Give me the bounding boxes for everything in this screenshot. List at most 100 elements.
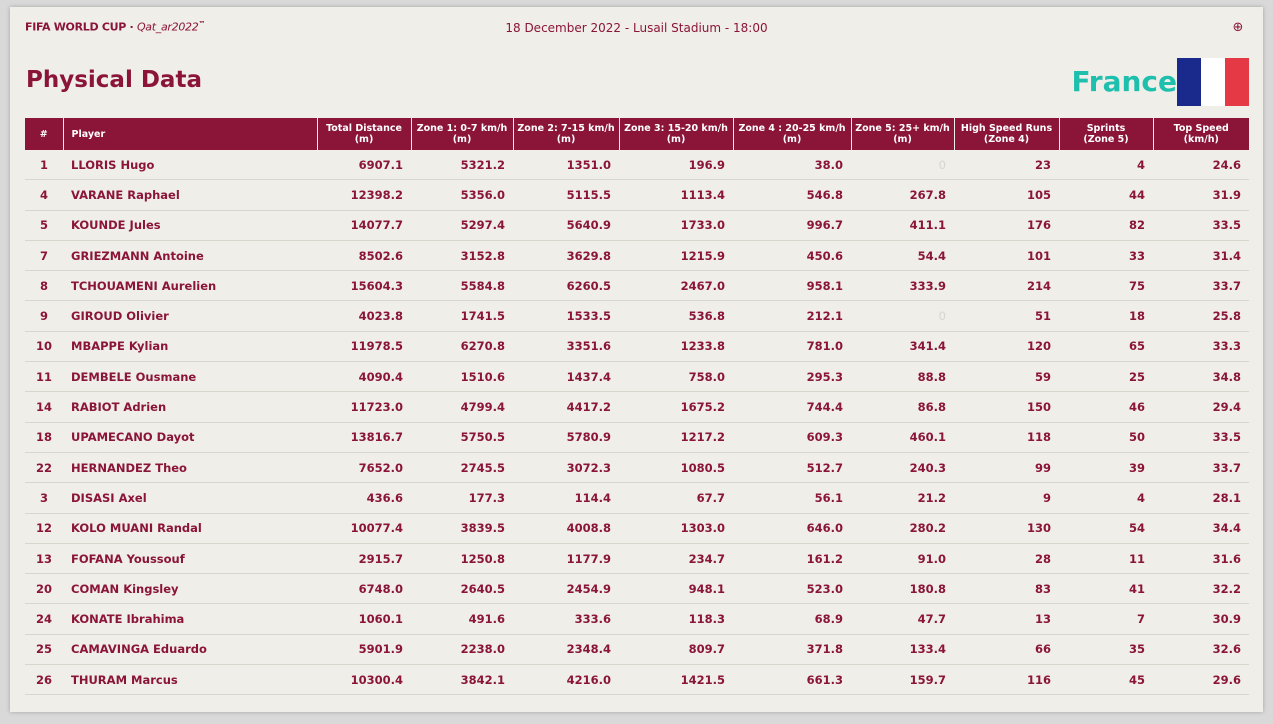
- stat-cell: 267.8: [851, 179, 954, 211]
- stat-cell: 39: [1059, 452, 1153, 484]
- globe-icon[interactable]: ⊕: [1228, 20, 1248, 36]
- column-header-label: Top Speed: [1173, 123, 1229, 134]
- column-header-unit: (m): [893, 134, 912, 145]
- player-number: 24: [25, 603, 63, 635]
- table-row: 4 VARANE Raphael 12398.2 5356.0 5115.5 1113.4…: [25, 179, 1249, 211]
- stat-cell: 54: [1059, 513, 1153, 544]
- column-header: Zone 3: 15-20 km/h (m): [619, 118, 734, 150]
- stat-cell: 196.9: [619, 150, 733, 181]
- column-header-label: Zone 4 : 20-25 km/h: [738, 123, 846, 134]
- player-number: 11: [25, 361, 63, 393]
- stat-cell: 54.4: [851, 240, 954, 272]
- stat-cell: 180.8: [851, 573, 954, 605]
- column-header-unit: (m): [452, 134, 472, 145]
- stat-cell: 212.1: [733, 300, 851, 332]
- player-name: GIROUD Olivier: [63, 300, 317, 332]
- stat-cell: 4008.8: [513, 513, 619, 544]
- stat-cell: 234.7: [619, 543, 733, 575]
- stat-cell: 333.6: [513, 603, 619, 635]
- player-number: 18: [25, 422, 63, 453]
- stat-cell: 33.7: [1153, 270, 1249, 302]
- column-header-label: Sprints: [1086, 123, 1126, 134]
- stat-cell: 18: [1059, 300, 1153, 332]
- stat-cell: 120: [954, 331, 1059, 363]
- stat-cell: 7652.0: [317, 452, 411, 484]
- stat-cell: 82: [1059, 210, 1153, 241]
- stat-cell: 4: [1059, 150, 1153, 181]
- stat-cell: 32.2: [1153, 573, 1249, 605]
- stat-cell: 33.3: [1153, 331, 1249, 363]
- column-header-label: High Speed Runs: [960, 123, 1053, 134]
- stat-cell: 10300.4: [317, 664, 411, 696]
- stat-cell: 59: [954, 361, 1059, 393]
- stat-cell: 1217.2: [619, 422, 733, 453]
- player-name: TCHOUAMENI Aurelien: [63, 270, 317, 302]
- stat-cell: 996.7: [733, 210, 851, 241]
- stat-cell: 14077.7: [317, 210, 411, 241]
- stat-cell: 25.8: [1153, 300, 1249, 332]
- stat-cell: 781.0: [733, 331, 851, 363]
- column-header-unit: (Zone 5): [1083, 134, 1129, 145]
- column-header-unit: (m): [666, 134, 686, 145]
- stat-cell: 30.9: [1153, 603, 1249, 635]
- stat-cell: 99: [954, 452, 1059, 484]
- player-number: 12: [25, 513, 63, 544]
- stat-cell: 15604.3: [317, 270, 411, 302]
- column-header: Zone 1: 0-7 km/h (m): [411, 118, 514, 150]
- table-row: 1 LLORIS Hugo 6907.1 5321.2 1351.0 196.9 38.0 0…: [25, 150, 1249, 181]
- stat-cell: 67.7: [619, 482, 733, 514]
- table-row: 18 UPAMECANO Dayot 13816.7 5750.5 5780.9 1217…: [25, 422, 1249, 453]
- stat-cell: 1675.2: [619, 391, 733, 423]
- stat-cell: 2640.5: [411, 573, 513, 605]
- top-bar: FIFA WORLD CUP · Qat_ar2022™ 18 December…: [25, 20, 1248, 38]
- stat-cell: 12398.2: [317, 179, 411, 211]
- player-number: 4: [25, 179, 63, 211]
- column-header-label: Total Distance: [326, 123, 402, 134]
- stat-cell: 56.1: [733, 482, 851, 514]
- stat-cell: 646.0: [733, 513, 851, 544]
- stat-cell: 1303.0: [619, 513, 733, 544]
- player-name: GRIEZMANN Antoine: [63, 240, 317, 272]
- player-name: KOLO MUANI Randal: [63, 513, 317, 544]
- stat-cell: 1177.9: [513, 543, 619, 575]
- column-header-unit: (km/h): [1183, 134, 1219, 145]
- table-row: 14 RABIOT Adrien 11723.0 4799.4 4417.2 1675.2…: [25, 391, 1249, 423]
- stat-cell: 809.7: [619, 634, 733, 666]
- stat-cell: 114.4: [513, 482, 619, 514]
- stat-cell: 536.8: [619, 300, 733, 332]
- stat-cell: 2467.0: [619, 270, 733, 302]
- stat-cell: 38.0: [733, 150, 851, 181]
- table-row: 22 HERNANDEZ Theo 7652.0 2745.5 3072.3 1080.5…: [25, 452, 1249, 484]
- player-name: LLORIS Hugo: [63, 150, 317, 181]
- column-header-label: #: [39, 128, 48, 140]
- player-number: 1: [25, 150, 63, 181]
- stat-cell: 436.6: [317, 482, 411, 514]
- player-number: 20: [25, 573, 63, 605]
- stat-cell: 1533.5: [513, 300, 619, 332]
- stat-cell: 214: [954, 270, 1059, 302]
- stat-cell: 2238.0: [411, 634, 513, 666]
- stat-cell: 4023.8: [317, 300, 411, 332]
- stat-cell: 5640.9: [513, 210, 619, 241]
- stat-cell: 46: [1059, 391, 1153, 423]
- stat-cell: 25: [1059, 361, 1153, 393]
- stat-cell: 75: [1059, 270, 1153, 302]
- stat-cell: 1351.0: [513, 150, 619, 181]
- column-header-label: Zone 3: 15-20 km/h: [624, 123, 728, 134]
- stat-cell: 51: [954, 300, 1059, 332]
- column-header: High Speed Runs (Zone 4): [954, 118, 1060, 150]
- column-header: Total Distance (m): [317, 118, 412, 150]
- player-name: FOFANA Youssouf: [63, 543, 317, 575]
- player-number: 8: [25, 270, 63, 302]
- stat-cell: 1437.4: [513, 361, 619, 393]
- stat-cell: 86.8: [851, 391, 954, 423]
- stat-cell: 4216.0: [513, 664, 619, 696]
- stat-cell: 1113.4: [619, 179, 733, 211]
- column-header: Player: [63, 118, 318, 150]
- table-body: 1 LLORIS Hugo 6907.1 5321.2 1351.0 196.9 38.0 0…: [25, 150, 1249, 696]
- team-name: France: [1071, 65, 1177, 98]
- player-number: 3: [25, 482, 63, 514]
- stat-cell: 10077.4: [317, 513, 411, 544]
- stat-cell: 116: [954, 664, 1059, 696]
- stat-cell: 68.9: [733, 603, 851, 635]
